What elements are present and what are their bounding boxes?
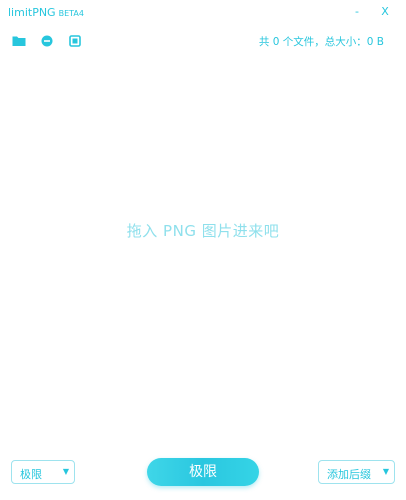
toolbar: 共 0 个文件，总大小：0 B <box>0 30 406 52</box>
file-summary: 共 0 个文件，总大小：0 B <box>258 36 384 48</box>
drop-hint: 拖入 PNG 图片进来吧 <box>126 222 280 240</box>
compress-button[interactable]: 极限 <box>147 458 259 486</box>
bottom-bar: 极限 ▼ 极限 添加后缀 ▼ <box>0 456 406 492</box>
minimize-button[interactable]: - <box>349 4 365 20</box>
compression-level-value: 极限 <box>20 468 42 481</box>
compression-level-select[interactable]: 极限 ▼ <box>11 460 75 484</box>
suffix-value: 添加后缀 <box>327 468 371 481</box>
app-name: limitPNG <box>8 6 56 19</box>
drop-zone[interactable]: 拖入 PNG 图片进来吧 <box>0 56 406 452</box>
app-version: BETA4 <box>58 9 84 18</box>
title-bar[interactable]: limitPNG BETA4 - X <box>0 0 406 26</box>
app-title: limitPNG BETA4 <box>8 6 84 19</box>
remove-icon[interactable] <box>39 33 55 49</box>
folder-icon[interactable] <box>11 33 27 49</box>
suffix-select[interactable]: 添加后缀 ▼ <box>318 460 395 484</box>
stop-icon[interactable] <box>67 33 83 49</box>
chevron-down-icon: ▼ <box>62 467 69 476</box>
chevron-down-icon: ▼ <box>382 467 389 476</box>
app-window: limitPNG BETA4 - X 共 0 个文件，总大小：0 B 拖入 PNG… <box>0 0 406 500</box>
close-button[interactable]: X <box>377 4 393 20</box>
